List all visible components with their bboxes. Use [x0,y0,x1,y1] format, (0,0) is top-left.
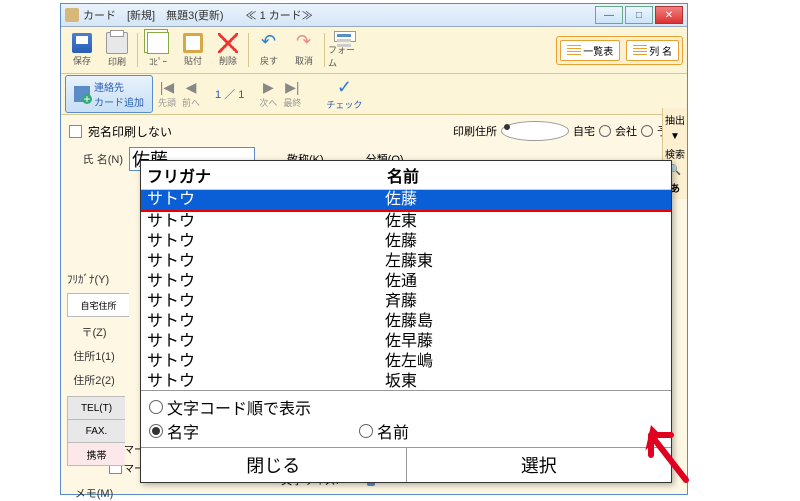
suggestion-row[interactable]: サトウ佐東 [141,212,671,232]
close-button[interactable]: ✕ [655,6,683,24]
radio-office[interactable] [599,125,611,137]
form-button[interactable]: フォーム [328,31,362,69]
delete-icon [218,33,238,53]
tab-mobile[interactable]: 携帯 [67,442,125,466]
suggestion-row[interactable]: サトウ斉藤 [141,292,671,312]
prev-button[interactable]: ◀前へ [181,78,201,110]
popup-list[interactable]: サトウ佐藤サトウ佐東サトウ佐藤サトウ左藤東サトウ佐通サトウ斉藤サトウ佐藤島サトウ… [141,190,671,390]
print-icon [106,32,128,54]
columns-icon [633,45,647,55]
suggestion-row[interactable]: サトウ左藤東 [141,252,671,272]
window-title: カード [新規] 無題3(更新) ≪ 1 カード≫ [83,7,595,23]
print-location-label: 印刷住所 [453,123,497,139]
sort-name-radio[interactable] [359,424,373,438]
addr2-label: 住所2(2) [67,372,121,388]
redo-icon [294,33,314,53]
navbar: 連絡先 カード追加 |◀先頭 ◀前へ 1 ／ 1 ▶次へ ▶|最終 ✓チェック [61,74,687,115]
extract-button[interactable]: 抽出 [663,110,687,129]
addr1-label: 住所1(1) [67,348,121,364]
suggestion-row[interactable]: サトウ佐藤島 [141,312,671,332]
undo-icon [259,33,279,53]
tab-fax[interactable]: FAX. [67,419,125,443]
copy-button[interactable]: ｺﾋﾟｰ [141,31,175,69]
form-icon [334,31,356,42]
suggestion-row[interactable]: サトウ坂東 [141,372,671,390]
redo-button[interactable]: 取消 [287,31,321,69]
save-button[interactable]: 保存 [65,31,99,69]
print-button[interactable]: 印刷 [100,31,134,69]
suggestion-row[interactable]: サトウ佐藤 [141,232,671,252]
paste-button[interactable]: 貼付 [176,31,210,69]
no-print-label: 宛名印刷しない [88,123,172,140]
suggestion-row[interactable]: サトウ佐早藤 [141,332,671,352]
next-button[interactable]: ▶次へ [258,78,278,110]
postal-label: 〒(Z) [67,324,121,340]
paste-icon [183,33,203,53]
last-button[interactable]: ▶|最終 [282,78,302,110]
suggestion-row[interactable]: サトウ佐藤 [141,190,671,210]
titlebar: カード [新規] 無題3(更新) ≪ 1 カード≫ — □ ✕ [61,4,687,27]
furigana-label: ﾌﾘｶﾞﾅ(Y) [67,271,121,287]
annotation-arrow [636,420,696,493]
popup-header-name: 名前 [387,163,671,187]
popup-header-furigana: フリガナ [141,163,387,187]
sort-surname-radio[interactable] [149,424,163,438]
copy-icon [147,32,169,54]
no-print-checkbox[interactable] [69,125,82,138]
suggestion-row[interactable]: サトウ佐通 [141,272,671,292]
list-icon [567,45,581,55]
radio-spare[interactable] [641,125,653,137]
radio-home[interactable] [501,121,569,141]
list-view-button[interactable]: 一覧表 [560,40,620,61]
columns-button[interactable]: 列 名 [626,40,679,61]
minimize-button[interactable]: — [595,6,623,24]
sort-code-radio[interactable] [149,400,163,414]
undo-button[interactable]: 戻す [252,31,286,69]
tab-tel[interactable]: TEL(T) [67,396,125,420]
delete-button[interactable]: 削除 [211,31,245,69]
tab-home-address[interactable]: 自宅住所 [67,293,129,317]
first-button[interactable]: |◀先頭 [157,78,177,110]
maximize-button[interactable]: □ [625,6,653,24]
popup-select-button[interactable]: 選択 [407,448,672,482]
suggestion-row[interactable]: サトウ佐左嶋 [141,352,671,372]
name-label: 氏 名(N) [69,151,123,167]
save-icon [72,33,92,53]
check-button[interactable]: ✓チェック [326,77,362,111]
page-indicator: 1 ／ 1 [215,86,244,102]
add-card-button[interactable]: 連絡先 カード追加 [65,75,153,113]
app-icon [65,8,79,22]
popup-close-button[interactable]: 閉じる [141,448,407,482]
add-card-icon [74,86,90,102]
toolbar: 保存 印刷 ｺﾋﾟｰ 貼付 削除 戻す 取消 フォーム 一覧表 列 名 [61,27,687,74]
name-suggestion-popup: フリガナ 名前 サトウ佐藤サトウ佐東サトウ佐藤サトウ左藤東サトウ佐通サトウ斉藤サ… [140,160,672,483]
